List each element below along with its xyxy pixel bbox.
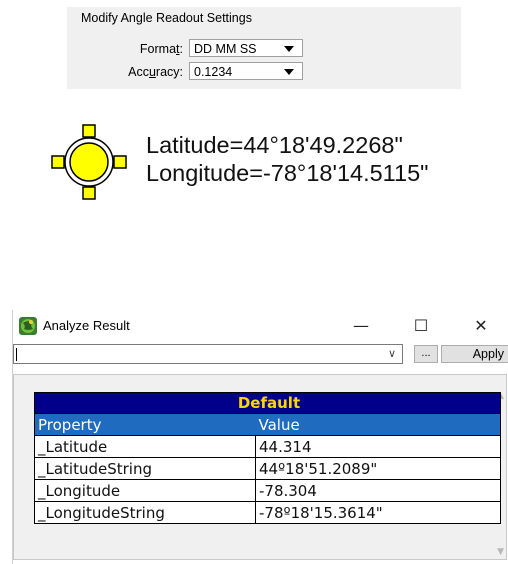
window-title: Analyze Result: [43, 318, 130, 333]
value-cell: 44.314: [255, 435, 501, 458]
accuracy-select-value: 0.1234: [194, 65, 233, 79]
property-cell: _LatitudeString: [34, 457, 256, 480]
dropdown-arrow-icon[interactable]: [284, 69, 294, 75]
browse-button[interactable]: ...: [414, 345, 438, 363]
minimize-button[interactable]: —: [341, 313, 381, 339]
table-row[interactable]: _Latitude 44.314: [34, 435, 501, 458]
dropdown-arrow-icon[interactable]: [284, 46, 294, 52]
globe-app-icon: [19, 317, 37, 335]
title-bar[interactable]: Analyze Result — ☐ ✕: [13, 310, 508, 342]
object-combo-box[interactable]: ∨: [13, 344, 403, 364]
value-cell: -78º18'15.3614": [255, 501, 501, 524]
angle-readout-settings-panel: Modify Angle Readout Settings Format: DD…: [67, 7, 461, 89]
column-header-property[interactable]: Property: [34, 413, 256, 436]
table-row[interactable]: _Longitude -78.304: [34, 479, 501, 502]
table-row[interactable]: _LongitudeString -78º18'15.3614": [34, 501, 501, 524]
property-table: Default Property Value _Latitude 44.314 …: [34, 392, 501, 524]
text-caret: [16, 348, 17, 361]
crosshair-marker-icon: [51, 124, 127, 200]
settings-title: Modify Angle Readout Settings: [81, 11, 252, 25]
property-cell: _LongitudeString: [34, 501, 256, 524]
chevron-down-icon[interactable]: ∨: [388, 345, 396, 363]
column-header-value[interactable]: Value: [255, 413, 501, 436]
coordinate-readout: Latitude=44°18'49.2268" Longitude=-78°18…: [146, 131, 429, 187]
accuracy-label: Accuracy:: [128, 65, 183, 79]
maximize-button[interactable]: ☐: [401, 313, 441, 339]
group-header-row[interactable]: Default: [34, 392, 501, 414]
accuracy-select[interactable]: 0.1234: [189, 62, 303, 80]
format-label: Format:: [139, 42, 183, 56]
property-cell: _Latitude: [34, 435, 256, 458]
accuracy-row: Accuracy: 0.1234: [67, 62, 461, 82]
table-row[interactable]: _LatitudeString 44º18'51.2089": [34, 457, 501, 480]
group-header: Default: [34, 392, 501, 414]
apply-button[interactable]: Apply: [441, 345, 508, 363]
latitude-readout: Latitude=44°18'49.2268": [146, 132, 403, 158]
value-cell: -78.304: [255, 479, 501, 502]
format-row: Format: DD MM SS: [67, 39, 461, 59]
analyze-result-window: Analyze Result — ☐ ✕ ∨ ... Apply ▲ ▼ Def…: [12, 310, 508, 564]
scroll-down-icon[interactable]: ▼: [497, 547, 504, 557]
format-select[interactable]: DD MM SS: [189, 39, 303, 57]
column-header-row: Property Value: [34, 413, 501, 436]
longitude-readout: Longitude=-78°18'14.5115": [146, 160, 429, 186]
format-select-value: DD MM SS: [194, 42, 257, 56]
value-cell: 44º18'51.2089": [255, 457, 501, 480]
property-cell: _Longitude: [34, 479, 256, 502]
close-button[interactable]: ✕: [461, 313, 501, 339]
